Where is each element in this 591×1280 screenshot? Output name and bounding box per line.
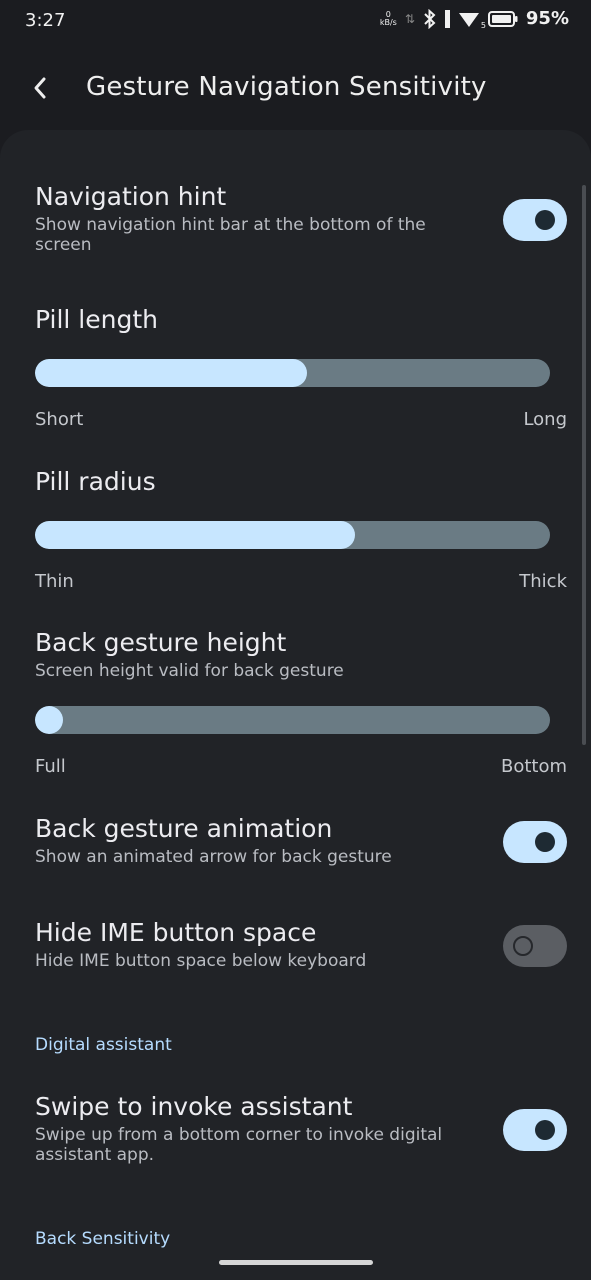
setting-back-gesture-height: Back gesture height Screen height valid … <box>35 628 567 788</box>
setting-subtitle: Hide IME button space below keyboard <box>35 951 367 971</box>
setting-subtitle: Show an animated arrow for back gesture <box>35 847 392 867</box>
swipe-assistant-toggle[interactable] <box>503 1109 567 1151</box>
status-time: 3:27 <box>25 10 66 31</box>
slider-thumb[interactable] <box>35 706 63 734</box>
wifi-icon: 5 <box>458 10 486 30</box>
slider-max-label: Long <box>523 409 567 430</box>
setting-pill-radius: Pill radius Thin Thick <box>35 467 567 597</box>
toggle-knob <box>535 210 555 230</box>
navigation-hint-toggle[interactable] <box>503 199 567 241</box>
pill-radius-slider[interactable] <box>35 521 550 549</box>
slider-fill <box>35 521 355 549</box>
setting-navigation-hint[interactable]: Navigation hint Show navigation hint bar… <box>35 182 567 272</box>
scrollbar[interactable] <box>582 185 586 745</box>
setting-title: Back gesture animation <box>35 814 333 843</box>
setting-hide-ime-space[interactable]: Hide IME button space Hide IME button sp… <box>35 918 567 988</box>
data-arrows-icon: ⇅ <box>404 11 415 26</box>
back-arrow-icon <box>34 77 46 99</box>
setting-swipe-assistant[interactable]: Swipe to invoke assistant Swipe up from … <box>35 1092 567 1182</box>
network-speed-unit: kB/s <box>379 17 397 27</box>
toggle-knob <box>513 936 533 956</box>
setting-title: Navigation hint <box>35 182 227 211</box>
network-speed: 0 kB/s <box>379 10 397 27</box>
battery-percent: 95% <box>525 8 569 29</box>
battery-icon <box>487 10 518 27</box>
back-button[interactable] <box>22 70 58 106</box>
slider-max-label: Bottom <box>500 756 567 777</box>
slider-min-label: Short <box>35 409 84 430</box>
bluetooth-icon <box>424 8 436 29</box>
setting-title: Pill radius <box>35 467 156 496</box>
pill-length-slider[interactable] <box>35 359 550 387</box>
setting-subtitle: Screen height valid for back gesture <box>35 661 344 681</box>
back-gesture-height-slider[interactable] <box>35 706 550 734</box>
setting-title: Back gesture height <box>35 628 287 657</box>
status-icons: 0 kB/s ⇅ 5 95% <box>379 8 569 30</box>
hide-ime-toggle[interactable] <box>503 925 567 967</box>
slider-min-label: Thin <box>35 571 74 592</box>
setting-back-gesture-animation[interactable]: Back gesture animation Show an animated … <box>35 814 567 884</box>
setting-title: Hide IME button space <box>35 918 317 947</box>
setting-subtitle: Show navigation hint bar at the bottom o… <box>35 215 426 255</box>
page-title: Gesture Navigation Sensitivity <box>86 72 487 102</box>
back-gesture-animation-toggle[interactable] <box>503 821 567 863</box>
sim-label: 5 <box>480 20 486 30</box>
toggle-knob <box>535 1120 555 1140</box>
setting-title: Swipe to invoke assistant <box>35 1092 353 1121</box>
setting-pill-length: Pill length Short Long <box>35 305 567 435</box>
slider-min-label: Full <box>35 756 66 777</box>
gesture-nav-handle[interactable] <box>219 1260 373 1265</box>
slider-fill <box>35 359 307 387</box>
setting-title: Pill length <box>35 305 158 334</box>
signal-bar-icon <box>444 9 450 28</box>
setting-subtitle: Swipe up from a bottom corner to invoke … <box>35 1125 443 1165</box>
status-bar: 3:27 0 kB/s ⇅ 5 95% <box>0 0 591 44</box>
slider-max-label: Thick <box>519 571 567 592</box>
section-header-back-sensitivity: Back Sensitivity <box>35 1229 171 1249</box>
app-bar: Gesture Navigation Sensitivity <box>0 44 591 132</box>
toggle-knob <box>535 832 555 852</box>
section-header-digital-assistant: Digital assistant <box>35 1035 172 1055</box>
